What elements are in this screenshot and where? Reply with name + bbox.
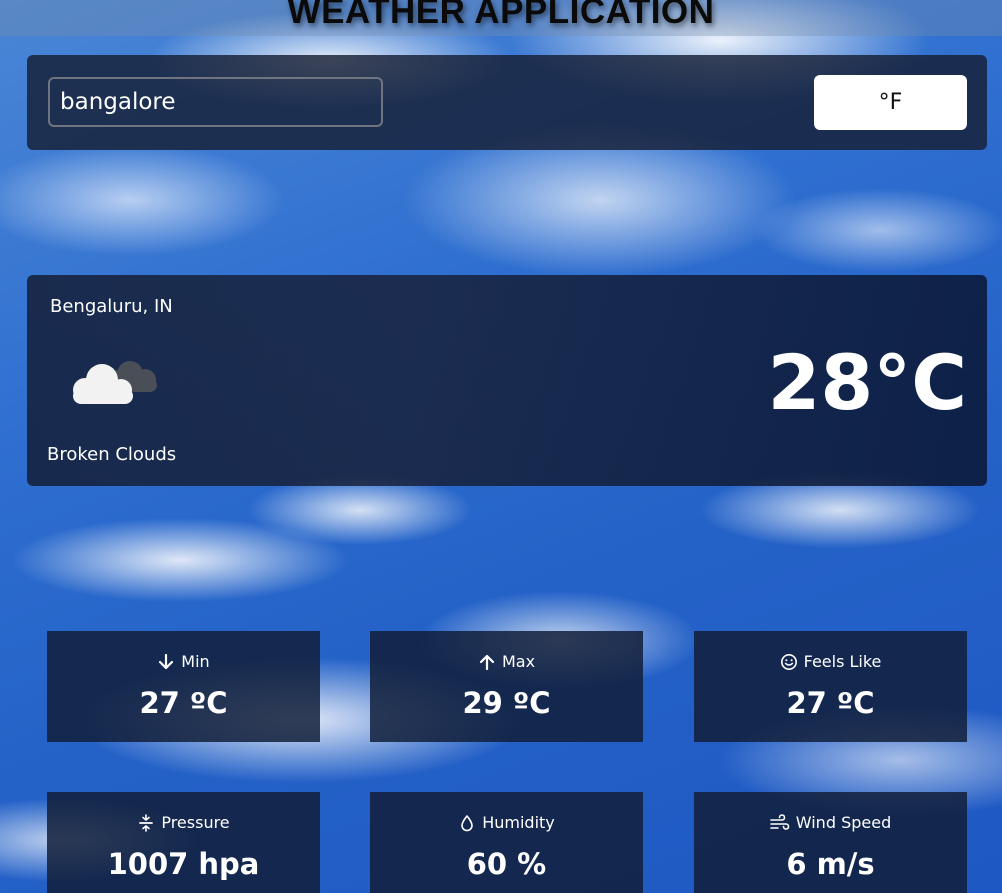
stat-card-humidity: Humidity 60 % — [370, 792, 643, 893]
current-temperature: 28°C — [767, 338, 967, 427]
stat-label-max: Max — [501, 652, 536, 671]
app-title: WEATHER APPLICATION — [287, 0, 715, 31]
stat-card-wind-speed: Wind Speed 6 m/s — [694, 792, 967, 893]
search-panel: °F — [27, 55, 987, 150]
city-search-input[interactable] — [48, 77, 383, 127]
stat-card-feels-like: Feels Like 27 ºC — [694, 631, 967, 742]
stat-card-max: Max 29 ºC — [370, 631, 643, 742]
stat-label-wind-speed: Wind Speed — [795, 813, 892, 832]
unit-toggle-button[interactable]: °F — [814, 75, 967, 130]
broken-clouds-icon — [73, 361, 157, 404]
stat-value-feels-like: 27 ºC — [786, 686, 875, 720]
stat-value-max: 29 ºC — [462, 686, 551, 720]
stat-card-pressure: Pressure 1007 hpa — [47, 792, 320, 893]
stat-value-humidity: 60 % — [466, 847, 547, 881]
smiley-icon — [780, 653, 797, 670]
stat-value-wind-speed: 6 m/s — [786, 847, 875, 881]
stat-value-min: 27 ºC — [139, 686, 228, 720]
wind-icon — [769, 813, 790, 830]
location-label: Bengaluru, IN — [50, 296, 173, 317]
condition-label: Broken Clouds — [47, 444, 177, 465]
pressure-icon — [139, 813, 154, 832]
current-weather-panel: Bengaluru, IN Broken Clouds 28°C — [27, 275, 987, 486]
stat-card-min: Min 27 ºC — [47, 631, 320, 742]
stat-value-pressure: 1007 hpa — [107, 847, 260, 881]
arrow-down-icon — [159, 653, 174, 669]
stat-label-humidity: Humidity — [482, 813, 555, 832]
droplet-icon — [461, 814, 474, 831]
stat-label-pressure: Pressure — [161, 813, 230, 832]
stat-label-min: Min — [181, 652, 210, 671]
stat-label-feels-like: Feels Like — [803, 652, 882, 671]
arrow-up-icon — [479, 654, 495, 670]
